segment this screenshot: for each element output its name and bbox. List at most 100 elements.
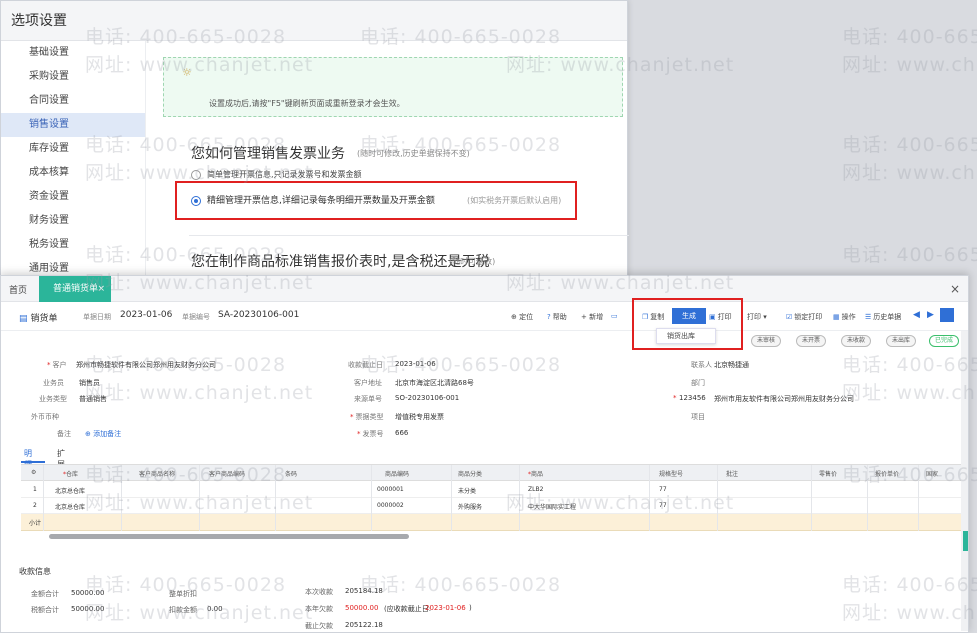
balance-value: 50000.00 (345, 604, 379, 612)
document-icon: ▤ (19, 314, 28, 324)
notice-banner: ☼ 设置成功后,请按"F5"键刷新页面或重新登录才会生效。 (163, 57, 623, 117)
radio-simple[interactable] (191, 169, 201, 180)
grid-divider (199, 465, 200, 531)
row-warehouse[interactable]: 北京总仓库 (55, 486, 85, 495)
salesperson-field[interactable]: 销售员 (79, 378, 100, 388)
new-button[interactable]: + 新增 (581, 312, 603, 322)
sales-order-window: 首页 普通销货单 × × ▤ 销货单 单据日期 2023-01-06 单据编号 S… (0, 275, 969, 633)
currency-label: 外币币种 (31, 413, 59, 421)
sidebar-item-tax[interactable]: 税务设置 (1, 233, 145, 257)
locate-button[interactable]: ⊕ 定位 (511, 312, 533, 322)
history-button-label: 历史单据 (873, 313, 902, 321)
doc-no-value[interactable]: SA-20230106-001 (218, 310, 299, 320)
type-field[interactable]: 增值税专用发票 (395, 412, 444, 422)
invoice-question-title: 您如何管理销售发票业务 (191, 146, 345, 162)
dept-label: 部门 (691, 379, 705, 387)
lock-print-button[interactable]: ☑ 锁定打印 (786, 312, 822, 322)
col-retail-price: 零售价 (819, 471, 838, 478)
sidebar-item-finance[interactable]: 财务设置 (1, 209, 145, 233)
sidebar-item-purchase[interactable]: 采购设置 (1, 65, 145, 89)
row-item-code[interactable]: 0000001 (377, 486, 404, 493)
detail-grid: ⚙ *仓库 客户商品名称 客户商品编码 条码 商品编码 商品分类 *商品 规格型… (21, 464, 967, 544)
tab-home[interactable]: 首页 (9, 283, 27, 296)
table-row[interactable]: 1 北京总仓库 0000001 未分类 ZLB2 77 (21, 482, 967, 498)
row-item[interactable]: ZLB2 (528, 486, 543, 493)
watermark-site: 网址: www.chanjet.net (842, 54, 977, 76)
menu-icon[interactable] (940, 308, 954, 322)
file-icon-button[interactable]: ▭ (611, 312, 620, 320)
sidebar-item-contract[interactable]: 合同设置 (1, 89, 145, 113)
grid-divider (275, 465, 276, 531)
col-item-code: 商品编码 (385, 471, 410, 478)
grid-divider (519, 465, 520, 531)
salesperson-label: 业务员 (43, 379, 64, 387)
tab-sales-order[interactable]: 普通销货单 × (39, 276, 111, 302)
sale-type-field[interactable]: 普通销售 (79, 394, 107, 404)
remark-label: 备注 (57, 430, 71, 438)
tab-bar: 首页 普通销货单 × × (1, 276, 968, 302)
grid-header: ⚙ *仓库 客户商品名称 客户商品编码 条码 商品编码 商品分类 *商品 规格型… (21, 465, 967, 481)
subtotal-label: 小计 (29, 520, 42, 527)
invoice-option-simple[interactable]: 简单管理开票信息,只记录发票号和发票金额 (191, 169, 362, 180)
customer-field[interactable]: 郑州市畅捷软件有限公司郑州用友财务分公司 (76, 360, 216, 370)
contact-label: 联系人 (691, 361, 712, 369)
tab-close-icon[interactable]: × (97, 276, 105, 302)
contact-field[interactable]: 北京畅捷通 (714, 360, 749, 370)
divider (189, 235, 629, 236)
address-field[interactable]: 北京市海淀区北清路68号 (395, 378, 474, 388)
doc-type-label: 销货单 (30, 314, 58, 324)
this-receive-label: 本次收款 (305, 588, 333, 596)
total-amount-value: 50000.00 (71, 589, 105, 597)
tab-sales-order-label: 普通销货单 (53, 284, 99, 294)
balance-note-end: ) (469, 604, 472, 612)
col-item-category: 商品分类 (458, 471, 483, 478)
status-unaudited: 未审核 (751, 335, 782, 347)
grid-divider (918, 465, 919, 531)
options-window-title: 选项设置 (1, 1, 627, 41)
grid-horizontal-scrollbar[interactable] (49, 534, 409, 539)
sidebar-item-inventory[interactable]: 库存设置 (1, 137, 145, 161)
side-panel-tab[interactable] (963, 531, 968, 551)
phone-label: * (673, 394, 677, 402)
doc-type-selector[interactable]: ▤ 销货单 (19, 311, 58, 324)
row-number: 1 (33, 486, 37, 493)
help-icon: ? (547, 313, 551, 321)
row-item[interactable]: 中大华国际实工程 (528, 502, 576, 511)
highlight-box-generate (632, 298, 743, 350)
row-warehouse[interactable]: 北京总仓库 (55, 502, 85, 511)
add-remark-link[interactable]: ⊕ 添加备注 (85, 429, 121, 439)
help-button[interactable]: ? 帮助 (547, 312, 567, 322)
window-close-icon[interactable]: × (950, 282, 960, 296)
row-item-code[interactable]: 0000002 (377, 502, 404, 509)
sidebar-item-basic[interactable]: 基础设置 (1, 41, 145, 65)
deduct-value[interactable]: 0.00 (207, 605, 223, 613)
tax-amount-label: 税额合计 (31, 606, 59, 614)
status-uninvoiced: 未开票 (796, 335, 827, 347)
doc-date-value[interactable]: 2023-01-06 (120, 310, 172, 320)
sidebar-item-funds[interactable]: 资金设置 (1, 185, 145, 209)
sidebar-item-cost[interactable]: 成本核算 (1, 161, 145, 185)
help-button-label: 帮助 (552, 313, 567, 321)
col-quote-price: 报价单价 (875, 471, 900, 478)
options-main-panel: ☼ 设置成功后,请按"F5"键刷新页面或重新登录才会生效。 您如何管理销售发票业… (147, 41, 629, 284)
prev-record-icon[interactable]: ◀ (913, 310, 920, 320)
sale-type-label: 业务类型 (39, 395, 67, 403)
next-record-icon[interactable]: ▶ (927, 310, 934, 320)
grid-divider (451, 465, 452, 531)
vertical-scrollbar[interactable] (961, 331, 968, 631)
grid-settings-icon[interactable]: ⚙ (31, 469, 36, 476)
invoice-field[interactable]: 666 (395, 429, 408, 437)
receipt-date-field[interactable]: 2023-01-06 (395, 360, 436, 368)
total-amount-label: 金额合计 (31, 590, 59, 598)
status-completed: 已完成 (929, 335, 960, 347)
file-print-button[interactable]: 打印 ▾ (747, 312, 767, 322)
sidebar-item-sales[interactable]: 销售设置 (1, 113, 145, 137)
table-row[interactable]: 2 北京总仓库 0000002 外购服务 中大华国际实工程 77 (21, 498, 967, 514)
status-unshipped: 未出库 (886, 335, 917, 347)
balance-date: 2023-01-06 (425, 604, 466, 612)
history-button[interactable]: ☰ 历史单据 (865, 312, 901, 322)
grid-divider (717, 465, 718, 531)
source-field[interactable]: SO-20230106-001 (395, 394, 459, 402)
batch-button[interactable]: ▦ 操作 (833, 312, 856, 322)
phone-field[interactable]: 123456 (679, 394, 706, 402)
